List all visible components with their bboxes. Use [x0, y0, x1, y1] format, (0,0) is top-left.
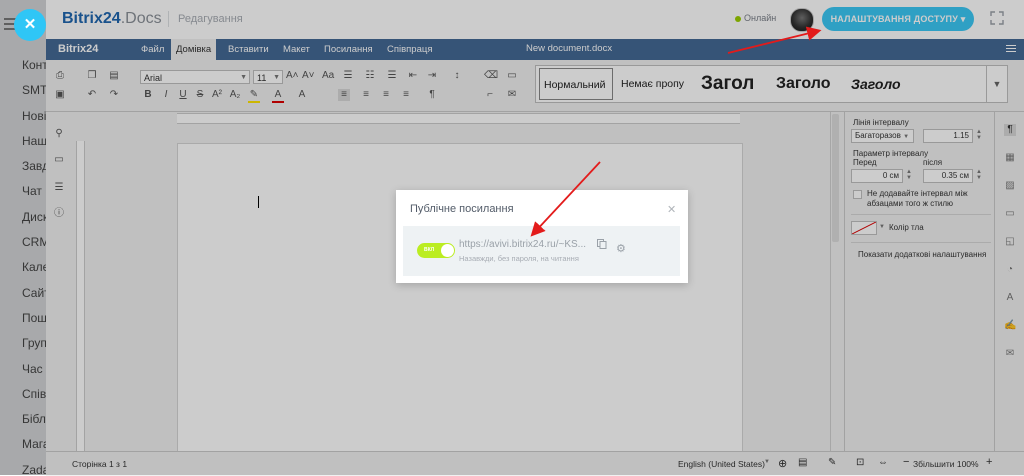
copy-link-icon[interactable]	[597, 239, 607, 249]
toggle-state-label: ВКЛ	[424, 247, 435, 253]
close-icon: ✕	[23, 16, 37, 33]
gear-icon[interactable]: ⚙	[616, 244, 626, 255]
public-link-url[interactable]: https://avivi.bitrix24.ru/~KS...	[459, 239, 592, 250]
public-link-dialog: Публічне посилання ✕ ВКЛ https://avivi.b…	[396, 190, 688, 283]
public-link-box: ВКЛ https://avivi.bitrix24.ru/~KS... ⚙ Н…	[403, 226, 680, 276]
public-link-toggle[interactable]: ВКЛ	[417, 243, 455, 258]
dialog-title: Публічне посилання	[410, 203, 514, 215]
close-icon[interactable]: ✕	[667, 203, 676, 216]
link-access-hint: Назавжди, без пароля, на читання	[459, 254, 579, 263]
close-slider-button[interactable]: ✕	[14, 9, 46, 41]
toggle-knob	[441, 244, 454, 257]
